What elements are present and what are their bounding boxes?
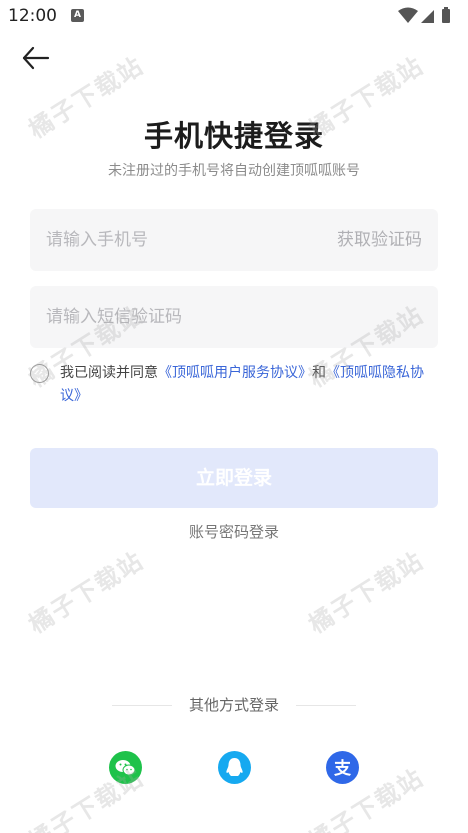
watermark: 橘子下载站 — [303, 546, 429, 639]
user-agreement-link[interactable]: 《顶呱呱用户服务协议》 — [158, 365, 312, 381]
qq-icon — [226, 758, 243, 776]
notification-icon: A — [71, 9, 84, 22]
get-code-button[interactable]: 获取验证码 — [337, 209, 422, 271]
watermark: 橘子下载站 — [303, 763, 429, 833]
wechat-icon — [115, 760, 136, 776]
agreement-checkbox[interactable] — [30, 364, 49, 383]
alipay-login-button[interactable]: 支 — [326, 751, 359, 784]
page-subtitle: 未注册过的手机号将自动创建顶呱呱账号 — [108, 163, 360, 179]
other-methods-divider: 其他方式登录 — [0, 694, 468, 716]
status-time: 12:00 — [8, 6, 57, 26]
arrow-left-icon — [22, 46, 50, 70]
signal-icon — [421, 10, 434, 23]
sms-code-input[interactable] — [46, 286, 416, 348]
status-icons — [398, 7, 450, 23]
password-login-link[interactable]: 账号密码登录 — [0, 521, 468, 542]
wifi-icon — [398, 7, 418, 23]
agreement-and: 和 — [312, 365, 326, 381]
other-methods-label: 其他方式登录 — [188, 696, 279, 714]
alipay-icon: 支 — [334, 758, 352, 779]
agreement-text: 我已阅读并同意《顶呱呱用户服务协议》和《顶呱呱隐私协议》 — [60, 362, 440, 408]
phone-input[interactable] — [46, 209, 326, 271]
back-button[interactable] — [18, 42, 54, 74]
status-bar: 12:00 A — [0, 0, 468, 32]
divider-line-right — [296, 705, 356, 706]
wechat-login-button[interactable] — [109, 751, 142, 784]
login-button[interactable]: 立即登录 — [30, 448, 438, 508]
page-title: 手机快捷登录 — [143, 119, 324, 153]
qq-login-button[interactable] — [218, 751, 251, 784]
agreement-prefix: 我已阅读并同意 — [60, 365, 158, 381]
phone-field: 获取验证码 — [30, 209, 438, 271]
watermark: 橘子下载站 — [23, 546, 149, 639]
battery-icon — [442, 9, 450, 23]
sms-code-field — [30, 286, 438, 348]
svg-text:支: 支 — [334, 758, 352, 779]
